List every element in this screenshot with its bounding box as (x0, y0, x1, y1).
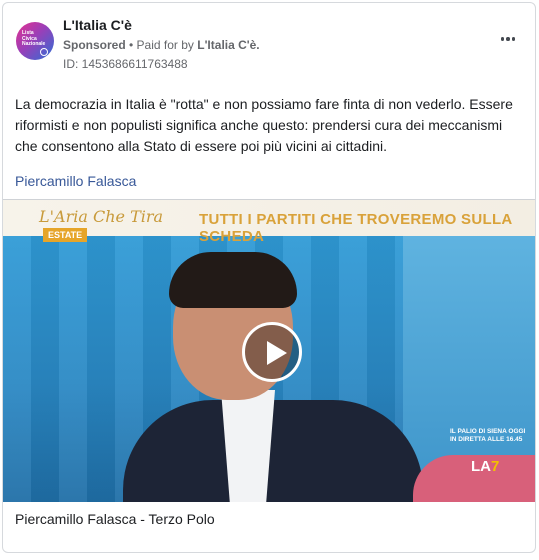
more-horizontal-icon (511, 37, 516, 41)
paid-for-prefix: • Paid for by (125, 38, 198, 52)
play-icon[interactable] (242, 322, 302, 382)
avatar-badge-icon (40, 48, 48, 56)
paid-for-by: L'Italia C'è. (197, 38, 260, 52)
more-options-button[interactable] (497, 31, 519, 47)
channel-logo-main: LA (471, 458, 491, 475)
ad-id: ID: 1453686611763488 (63, 57, 188, 71)
more-horizontal-icon (500, 37, 505, 41)
show-logo: L'Aria Che Tira (39, 207, 164, 226)
channel-logo-num: 7 (491, 458, 500, 475)
video-player[interactable]: L'Aria Che Tira TUTTI I PARTITI CHE TROV… (3, 199, 535, 502)
show-estate-tag: ESTATE (43, 228, 88, 242)
avatar-logo-text: Lista Civica Nazionale (22, 30, 46, 47)
video-caption[interactable]: Piercamillo Falasca - Terzo Polo (15, 511, 215, 527)
sponsored-label: Sponsored (63, 38, 126, 52)
post-text: La democrazia in Italia è "rotta" e non … (15, 96, 513, 154)
author-link[interactable]: Piercamillo Falasca (15, 173, 136, 189)
page-avatar[interactable]: Lista Civica Nazionale (16, 22, 54, 60)
broadcast-overlay-text: IL PALIO DI SIENA OGGI IN DIRETTA ALLE 1… (450, 428, 526, 443)
banner-title: TUTTI I PARTITI CHE TROVEREMO SULLA SCHE… (199, 211, 512, 245)
more-horizontal-icon (506, 37, 510, 41)
page-name[interactable]: L'Italia C'è (63, 17, 132, 33)
channel-logo: LA7 (471, 458, 511, 480)
sponsored-line: Sponsored • Paid for by L'Italia C'è. (63, 38, 260, 52)
ad-card: Lista Civica Nazionale L'Italia C'è Spon… (2, 2, 536, 553)
speaker-hair (169, 252, 297, 308)
